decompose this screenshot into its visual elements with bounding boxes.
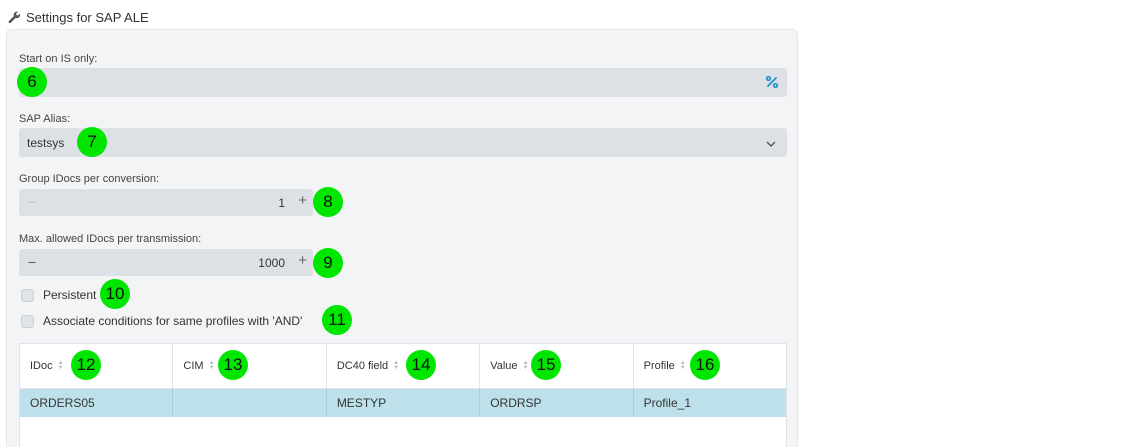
sap-alias-label: SAP Alias: (19, 113, 71, 125)
sort-icon[interactable]: ▲ ▼ (680, 360, 686, 371)
group-idocs-stepper[interactable]: − 1 + (19, 189, 313, 216)
table-cell: ORDRSP (480, 389, 634, 417)
persistent-row[interactable]: Persistent (21, 286, 96, 304)
sort-icon[interactable]: ▲ ▼ (393, 360, 399, 371)
persistent-label: Persistent (43, 288, 97, 302)
annotation-badge: 10 (100, 279, 130, 309)
annotation-badge: 8 (313, 187, 343, 217)
sort-icon[interactable]: ▲ ▼ (523, 360, 529, 371)
table-cell: ORDERS05 (20, 389, 174, 417)
annotation-badge: 15 (531, 350, 561, 380)
group-idocs-value[interactable]: 1 (278, 196, 285, 210)
max-idocs-label: Max. allowed IDocs per transmission: (19, 233, 202, 245)
page-title-text: Settings for SAP ALE (26, 9, 149, 25)
percent-icon[interactable] (765, 75, 779, 89)
max-idocs-decrement-button[interactable]: − (25, 253, 39, 271)
wrench-icon (8, 11, 21, 24)
max-idocs-stepper[interactable]: − 1000 + (19, 249, 313, 276)
column-header-dc40-field[interactable]: DC40 field ▲ ▼ (327, 344, 481, 388)
table-header: IDoc ▲ ▼ CIM ▲ ▼ DC40 field ▲ ▼ Value ▲ ▼ Profil… (20, 344, 786, 389)
associate-and-row[interactable]: Associate conditions for same profiles w… (21, 312, 302, 330)
max-idocs-increment-button[interactable]: + (298, 252, 307, 270)
annotation-badge: 13 (218, 350, 248, 380)
settings-panel: Start on IS only: SAP Alias: testsys Gro… (6, 29, 798, 447)
start-on-is-input[interactable] (19, 68, 787, 97)
column-header-cim[interactable]: CIM ▲ ▼ (173, 344, 327, 388)
annotation-badge: 9 (313, 248, 343, 278)
page-title: Settings for SAP ALE (8, 9, 149, 25)
sort-icon[interactable]: ▲ ▼ (209, 360, 215, 371)
persistent-checkbox[interactable] (21, 288, 34, 302)
group-idocs-decrement-button[interactable]: − (25, 193, 39, 211)
start-on-is-label: Start on IS only: (19, 53, 98, 65)
associate-and-label: Associate conditions for same profiles w… (43, 314, 303, 328)
table-cell: Profile_1 (643, 396, 691, 410)
chevron-down-icon (765, 137, 777, 149)
annotation-badge: 16 (690, 350, 720, 380)
sap-alias-select[interactable]: testsys (19, 128, 787, 157)
table-cell: MESTYP (327, 389, 481, 417)
sort-icon[interactable]: ▲ ▼ (58, 360, 64, 371)
annotation-badge: 11 (322, 305, 352, 335)
max-idocs-value[interactable]: 1000 (258, 256, 285, 270)
group-idocs-increment-button[interactable]: + (298, 192, 307, 210)
table-cell (173, 389, 327, 417)
annotation-badge: 12 (71, 350, 101, 380)
annotation-badge: 14 (406, 350, 436, 380)
table-row[interactable]: ORDERS05 MESTYP ORDRSP Profile_1 (20, 389, 786, 417)
annotation-badge: 6 (17, 67, 47, 97)
annotation-badge: 7 (77, 127, 107, 157)
sap-alias-value: testsys (27, 136, 65, 150)
associate-and-checkbox[interactable] (21, 314, 34, 328)
conditions-table: IDoc ▲ ▼ CIM ▲ ▼ DC40 field ▲ ▼ Value ▲ ▼ Profil… (19, 343, 787, 447)
group-idocs-label: Group IDocs per conversion: (19, 173, 160, 185)
